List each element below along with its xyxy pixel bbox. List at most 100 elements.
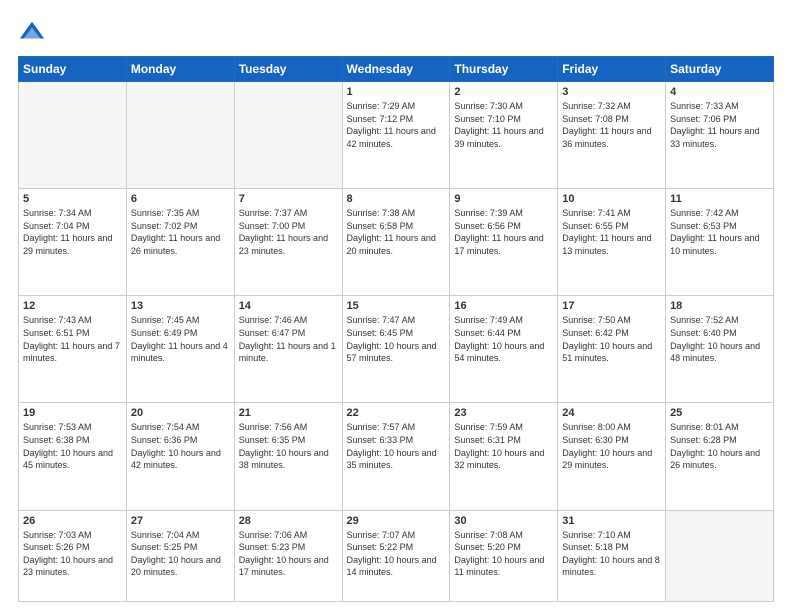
- day-info: Sunrise: 7:33 AMSunset: 7:06 PMDaylight:…: [670, 100, 769, 150]
- calendar-cell: [126, 82, 234, 189]
- calendar-cell: 24 Sunrise: 8:00 AMSunset: 6:30 PMDayligh…: [558, 403, 666, 510]
- day-number: 28: [239, 515, 338, 527]
- day-info: Sunrise: 7:54 AMSunset: 6:36 PMDaylight:…: [131, 421, 230, 471]
- col-header-monday: Monday: [126, 57, 234, 82]
- calendar-cell: 5 Sunrise: 7:34 AMSunset: 7:04 PMDaylight…: [19, 189, 127, 296]
- day-info: Sunrise: 8:00 AMSunset: 6:30 PMDaylight:…: [562, 421, 661, 471]
- col-header-sunday: Sunday: [19, 57, 127, 82]
- col-header-wednesday: Wednesday: [342, 57, 450, 82]
- day-info: Sunrise: 7:52 AMSunset: 6:40 PMDaylight:…: [670, 314, 769, 364]
- calendar-cell: 25Sunrise: 8:01 AMSunset: 6:28 PMDayligh…: [666, 403, 774, 510]
- day-info: Sunrise: 7:53 AMSunset: 6:38 PMDaylight:…: [23, 421, 122, 471]
- day-number: 3: [562, 86, 661, 98]
- day-number: 19: [23, 407, 122, 419]
- col-header-tuesday: Tuesday: [234, 57, 342, 82]
- day-number: 14: [239, 300, 338, 312]
- day-number: 13: [131, 300, 230, 312]
- day-number: 4: [670, 86, 769, 98]
- day-info: Sunrise: 7:46 AMSunset: 6:47 PMDaylight:…: [239, 314, 338, 364]
- day-number: 1: [347, 86, 446, 98]
- day-info: Sunrise: 7:03 AMSunset: 5:26 PMDaylight:…: [23, 529, 122, 579]
- calendar-week-2: 12 Sunrise: 7:43 AMSunset: 6:51 PMDayligh…: [19, 296, 774, 403]
- calendar-cell: 11 Sunrise: 7:42 AMSunset: 6:53 PMDayligh…: [666, 189, 774, 296]
- calendar-cell: 15 Sunrise: 7:47 AMSunset: 6:45 PMDayligh…: [342, 296, 450, 403]
- day-info: Sunrise: 7:38 AMSunset: 6:58 PMDaylight:…: [347, 207, 446, 257]
- day-number: 23: [454, 407, 553, 419]
- logo: [18, 18, 50, 46]
- day-number: 5: [23, 193, 122, 205]
- calendar-cell: 4 Sunrise: 7:33 AMSunset: 7:06 PMDaylight…: [666, 82, 774, 189]
- day-info: Sunrise: 7:59 AMSunset: 6:31 PMDaylight:…: [454, 421, 553, 471]
- day-info: Sunrise: 7:41 AMSunset: 6:55 PMDaylight:…: [562, 207, 661, 257]
- calendar-cell: 6 Sunrise: 7:35 AMSunset: 7:02 PMDaylight…: [126, 189, 234, 296]
- day-number: 24: [562, 407, 661, 419]
- day-number: 29: [347, 515, 446, 527]
- calendar-cell: 12 Sunrise: 7:43 AMSunset: 6:51 PMDayligh…: [19, 296, 127, 403]
- col-header-saturday: Saturday: [666, 57, 774, 82]
- page: SundayMondayTuesdayWednesdayThursdayFrid…: [0, 0, 792, 612]
- day-number: 30: [454, 515, 553, 527]
- calendar-cell: 20 Sunrise: 7:54 AMSunset: 6:36 PMDayligh…: [126, 403, 234, 510]
- calendar-cell: 1 Sunrise: 7:29 AMSunset: 7:12 PMDaylight…: [342, 82, 450, 189]
- day-number: 11: [670, 193, 769, 205]
- day-info: Sunrise: 7:35 AMSunset: 7:02 PMDaylight:…: [131, 207, 230, 257]
- day-number: 22: [347, 407, 446, 419]
- calendar-cell: 31 Sunrise: 7:10 AMSunset: 5:18 PMDayligh…: [558, 510, 666, 601]
- calendar-week-1: 5 Sunrise: 7:34 AMSunset: 7:04 PMDaylight…: [19, 189, 774, 296]
- calendar-cell: 10 Sunrise: 7:41 AMSunset: 6:55 PMDayligh…: [558, 189, 666, 296]
- day-info: Sunrise: 7:47 AMSunset: 6:45 PMDaylight:…: [347, 314, 446, 364]
- day-info: Sunrise: 7:30 AMSunset: 7:10 PMDaylight:…: [454, 100, 553, 150]
- calendar-cell: 23 Sunrise: 7:59 AMSunset: 6:31 PMDayligh…: [450, 403, 558, 510]
- day-number: 27: [131, 515, 230, 527]
- day-info: Sunrise: 7:57 AMSunset: 6:33 PMDaylight:…: [347, 421, 446, 471]
- calendar-cell: 29 Sunrise: 7:07 AMSunset: 5:22 PMDayligh…: [342, 510, 450, 601]
- calendar-cell: [234, 82, 342, 189]
- day-number: 25: [670, 407, 769, 419]
- day-info: Sunrise: 7:10 AMSunset: 5:18 PMDaylight:…: [562, 529, 661, 579]
- calendar-cell: 9 Sunrise: 7:39 AMSunset: 6:56 PMDaylight…: [450, 189, 558, 296]
- day-info: Sunrise: 7:06 AMSunset: 5:23 PMDaylight:…: [239, 529, 338, 579]
- day-info: Sunrise: 7:56 AMSunset: 6:35 PMDaylight:…: [239, 421, 338, 471]
- day-number: 2: [454, 86, 553, 98]
- day-info: Sunrise: 7:45 AMSunset: 6:49 PMDaylight:…: [131, 314, 230, 364]
- day-info: Sunrise: 7:43 AMSunset: 6:51 PMDaylight:…: [23, 314, 122, 364]
- day-info: Sunrise: 7:32 AMSunset: 7:08 PMDaylight:…: [562, 100, 661, 150]
- day-number: 9: [454, 193, 553, 205]
- calendar-cell: 21 Sunrise: 7:56 AMSunset: 6:35 PMDayligh…: [234, 403, 342, 510]
- day-number: 15: [347, 300, 446, 312]
- day-info: Sunrise: 7:39 AMSunset: 6:56 PMDaylight:…: [454, 207, 553, 257]
- day-number: 20: [131, 407, 230, 419]
- day-info: Sunrise: 7:29 AMSunset: 7:12 PMDaylight:…: [347, 100, 446, 150]
- day-number: 7: [239, 193, 338, 205]
- calendar-cell: 14 Sunrise: 7:46 AMSunset: 6:47 PMDayligh…: [234, 296, 342, 403]
- calendar-week-3: 19 Sunrise: 7:53 AMSunset: 6:38 PMDayligh…: [19, 403, 774, 510]
- day-info: Sunrise: 7:37 AMSunset: 7:00 PMDaylight:…: [239, 207, 338, 257]
- calendar-cell: [19, 82, 127, 189]
- day-number: 12: [23, 300, 122, 312]
- calendar-cell: 27Sunrise: 7:04 AMSunset: 5:25 PMDayligh…: [126, 510, 234, 601]
- calendar-cell: 8 Sunrise: 7:38 AMSunset: 6:58 PMDaylight…: [342, 189, 450, 296]
- day-number: 6: [131, 193, 230, 205]
- calendar-cell: 22 Sunrise: 7:57 AMSunset: 6:33 PMDayligh…: [342, 403, 450, 510]
- day-number: 26: [23, 515, 122, 527]
- day-info: Sunrise: 7:07 AMSunset: 5:22 PMDaylight:…: [347, 529, 446, 579]
- calendar-cell: [666, 510, 774, 601]
- day-info: Sunrise: 7:42 AMSunset: 6:53 PMDaylight:…: [670, 207, 769, 257]
- day-number: 16: [454, 300, 553, 312]
- day-number: 18: [670, 300, 769, 312]
- calendar-cell: 2 Sunrise: 7:30 AMSunset: 7:10 PMDaylight…: [450, 82, 558, 189]
- calendar-cell: 3 Sunrise: 7:32 AMSunset: 7:08 PMDaylight…: [558, 82, 666, 189]
- calendar-cell: 18 Sunrise: 7:52 AMSunset: 6:40 PMDayligh…: [666, 296, 774, 403]
- calendar-cell: 7 Sunrise: 7:37 AMSunset: 7:00 PMDaylight…: [234, 189, 342, 296]
- day-number: 8: [347, 193, 446, 205]
- day-info: Sunrise: 7:08 AMSunset: 5:20 PMDaylight:…: [454, 529, 553, 579]
- day-info: Sunrise: 7:34 AMSunset: 7:04 PMDaylight:…: [23, 207, 122, 257]
- day-info: Sunrise: 7:50 AMSunset: 6:42 PMDaylight:…: [562, 314, 661, 364]
- day-info: Sunrise: 7:49 AMSunset: 6:44 PMDaylight:…: [454, 314, 553, 364]
- calendar-cell: 30 Sunrise: 7:08 AMSunset: 5:20 PMDayligh…: [450, 510, 558, 601]
- day-number: 10: [562, 193, 661, 205]
- calendar-header-row: SundayMondayTuesdayWednesdayThursdayFrid…: [19, 57, 774, 82]
- calendar-cell: 28 Sunrise: 7:06 AMSunset: 5:23 PMDayligh…: [234, 510, 342, 601]
- day-number: 21: [239, 407, 338, 419]
- day-number: 31: [562, 515, 661, 527]
